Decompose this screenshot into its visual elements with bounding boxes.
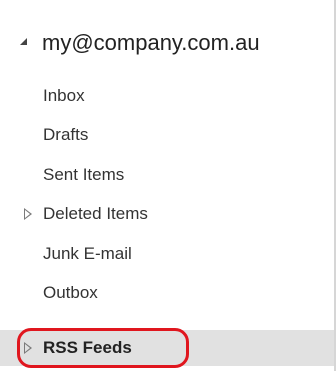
folder-item-rss-feeds[interactable]: RSS Feeds	[0, 330, 334, 366]
folder-item-inbox[interactable]: Inbox	[0, 78, 334, 114]
folder-label: Junk E-mail	[43, 244, 132, 263]
folder-label: Inbox	[43, 86, 85, 105]
collapsed-triangle-icon[interactable]	[24, 342, 32, 354]
folder-label: Drafts	[43, 125, 89, 144]
collapsed-triangle-icon[interactable]	[24, 208, 32, 220]
folder-pane: my@company.com.au Inbox Drafts Sent Item…	[0, 0, 334, 371]
expanded-triangle-icon[interactable]	[20, 38, 27, 45]
folder-label: Deleted Items	[43, 204, 148, 223]
folder-item-drafts[interactable]: Drafts	[0, 117, 334, 153]
folder-item-junk-email[interactable]: Junk E-mail	[0, 236, 334, 272]
folder-label: Sent Items	[43, 165, 125, 184]
folder-item-outbox[interactable]: Outbox	[0, 275, 334, 311]
folder-item-sent-items[interactable]: Sent Items	[0, 157, 334, 193]
folder-label: RSS Feeds	[43, 338, 132, 357]
account-label[interactable]: my@company.com.au	[42, 28, 260, 58]
folder-label: Outbox	[43, 283, 98, 302]
folder-item-deleted-items[interactable]: Deleted Items	[0, 196, 334, 232]
